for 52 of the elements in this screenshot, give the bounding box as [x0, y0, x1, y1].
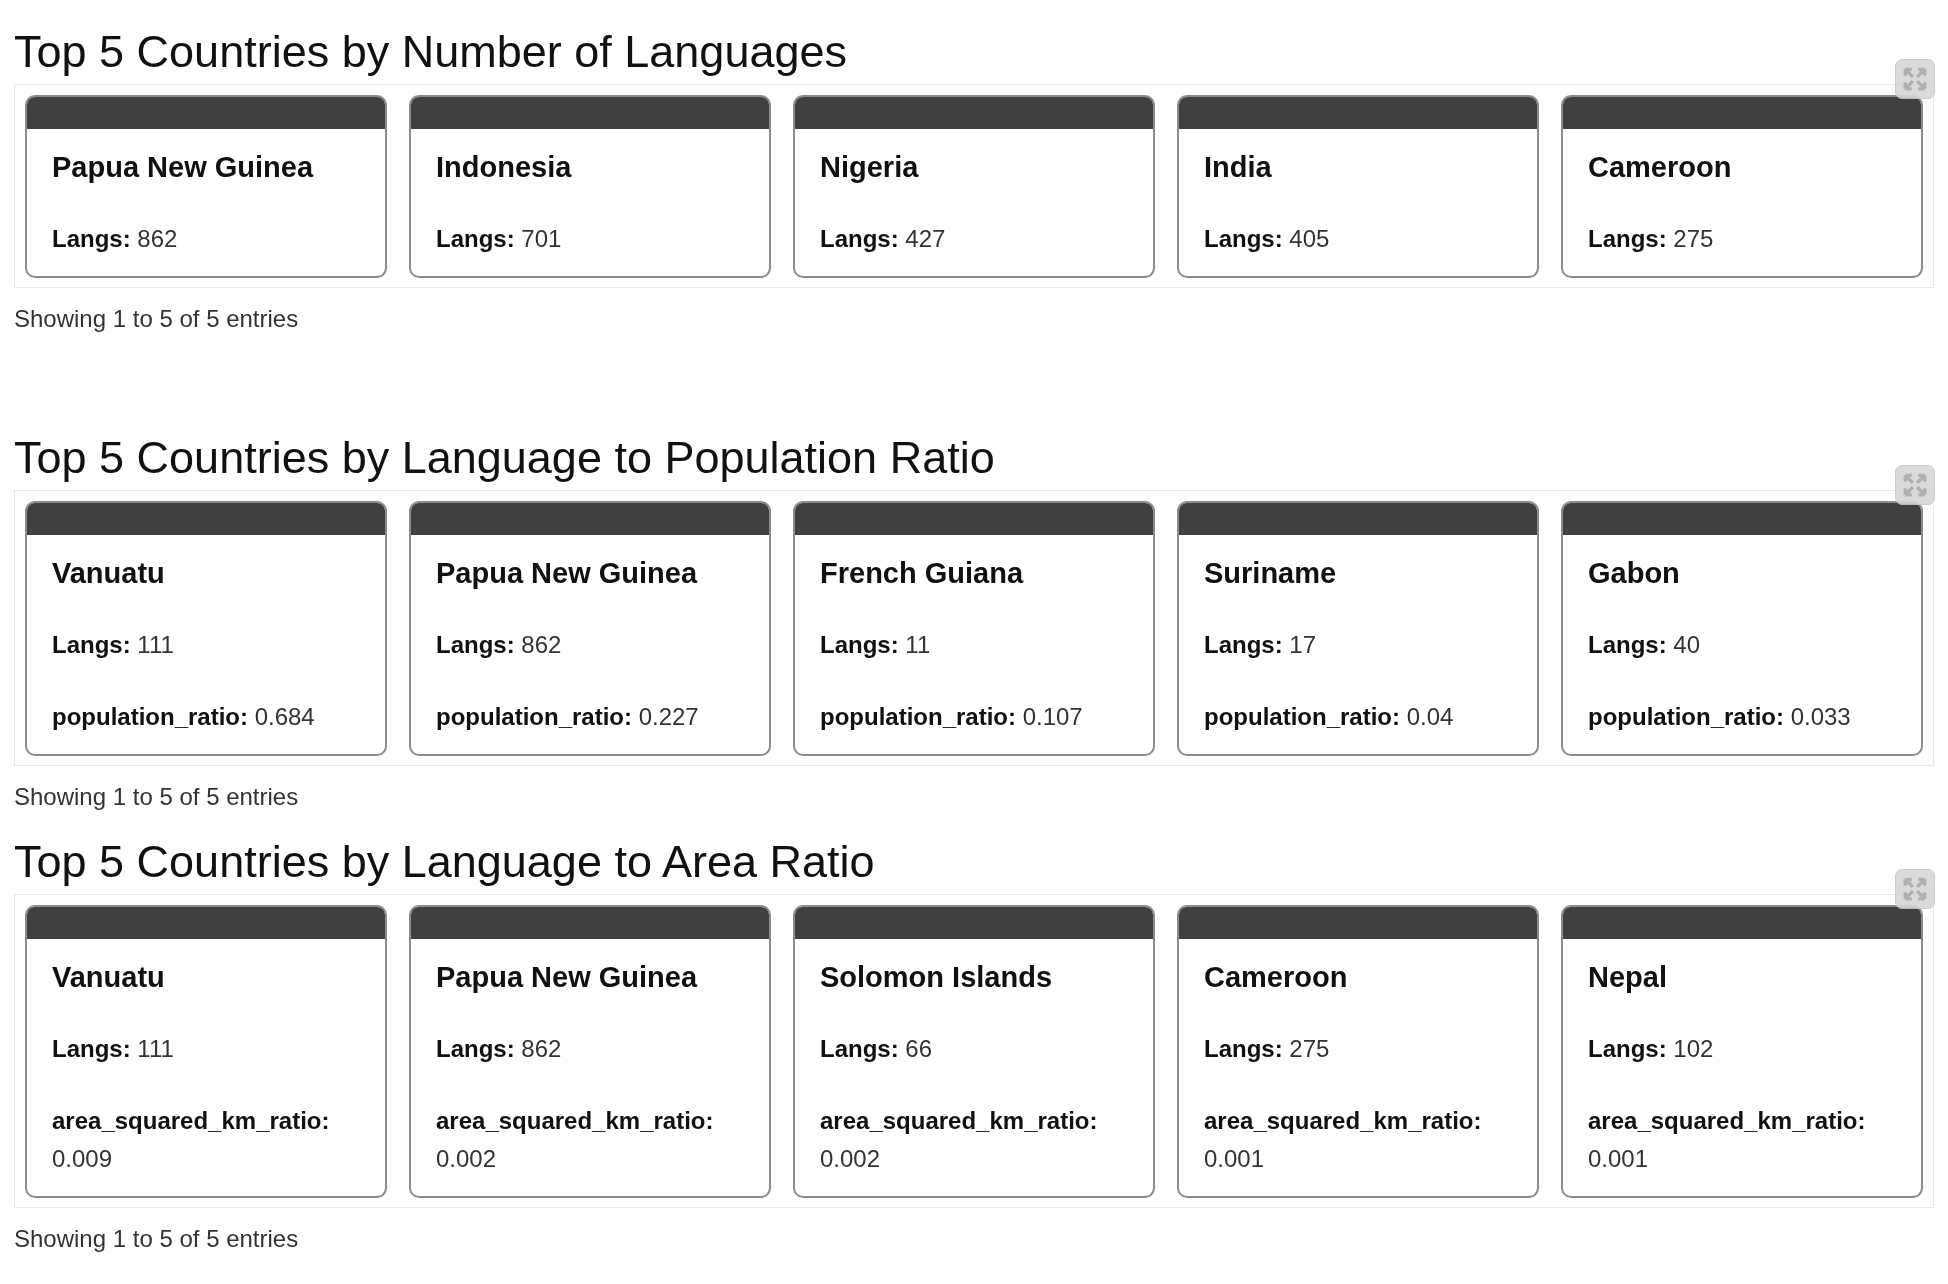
- card-field: Langs: 111: [52, 1030, 360, 1068]
- card-field: population_ratio: 0.033: [1588, 698, 1896, 736]
- card-field: Langs: 275: [1588, 220, 1896, 258]
- card-field: Langs: 405: [1204, 220, 1512, 258]
- card-field: area_squared_km_ratio: 0.001: [1588, 1102, 1896, 1178]
- card-field: Langs: 17: [1204, 626, 1512, 664]
- card-field: Langs: 40: [1588, 626, 1896, 664]
- country-name: Papua New Guinea: [52, 150, 315, 185]
- country-name: Suriname: [1204, 556, 1338, 591]
- country-name: Vanuatu: [52, 960, 166, 995]
- country-name: Papua New Guinea: [436, 556, 699, 591]
- card-field: Langs: 862: [436, 626, 744, 664]
- card-field: area_squared_km_ratio: 0.002: [436, 1102, 744, 1178]
- country-name: Nepal: [1588, 960, 1668, 995]
- card-field: area_squared_km_ratio: 0.001: [1204, 1102, 1512, 1178]
- section-title: Top 5 Countries by Number of Languages: [14, 26, 848, 78]
- card-field: population_ratio: 0.227: [436, 698, 744, 736]
- entries-info: Showing 1 to 5 of 5 entries: [14, 1224, 300, 1254]
- country-name: Gabon: [1588, 556, 1681, 591]
- card-field: Langs: 701: [436, 220, 744, 258]
- card-field: Langs: 66: [820, 1030, 1128, 1068]
- card-field: Langs: 862: [436, 1030, 744, 1068]
- country-name: India: [1204, 150, 1273, 185]
- expand-button[interactable]: [1895, 59, 1935, 99]
- card-field: population_ratio: 0.04: [1204, 698, 1512, 736]
- entries-info: Showing 1 to 5 of 5 entries: [14, 782, 300, 812]
- country-name: French Guiana: [820, 556, 1025, 591]
- card-field: area_squared_km_ratio: 0.002: [820, 1102, 1128, 1178]
- country-name: Cameroon: [1588, 150, 1733, 185]
- card-field: population_ratio: 0.107: [820, 698, 1128, 736]
- expand-button[interactable]: [1895, 465, 1935, 505]
- expand-icon: [1902, 472, 1928, 498]
- card-field: area_squared_km_ratio: 0.009: [52, 1102, 360, 1178]
- country-name: Solomon Islands: [820, 960, 1054, 995]
- card-field: Langs: 111: [52, 626, 360, 664]
- card-field: Langs: 11: [820, 626, 1128, 664]
- section-title: Top 5 Countries by Language to Area Ratio: [14, 836, 876, 888]
- entries-info: Showing 1 to 5 of 5 entries: [14, 304, 300, 334]
- country-name: Vanuatu: [52, 556, 166, 591]
- country-name: Cameroon: [1204, 960, 1349, 995]
- expand-icon: [1902, 66, 1928, 92]
- country-name: Indonesia: [436, 150, 573, 185]
- card-field: Langs: 427: [820, 220, 1128, 258]
- card-field: Langs: 102: [1588, 1030, 1896, 1068]
- section-title: Top 5 Countries by Language to Population Ratio: [14, 432, 996, 484]
- card-field: Langs: 275: [1204, 1030, 1512, 1068]
- expand-button[interactable]: [1895, 869, 1935, 909]
- card-field: Langs: 862: [52, 220, 360, 258]
- country-name: Nigeria: [820, 150, 920, 185]
- country-name: Papua New Guinea: [436, 960, 699, 995]
- card-field: population_ratio: 0.684: [52, 698, 360, 736]
- expand-icon: [1902, 876, 1928, 902]
